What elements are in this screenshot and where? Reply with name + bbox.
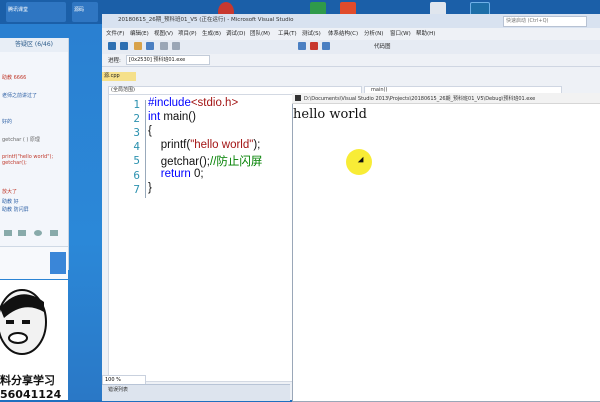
- taskbar-app-tencent-classroom[interactable]: 腾讯课堂: [6, 2, 66, 22]
- forward-icon[interactable]: [120, 42, 128, 50]
- restart-icon[interactable]: [322, 42, 330, 50]
- line-number: 1: [133, 98, 140, 111]
- code-token: printf(: [148, 139, 191, 151]
- code-line[interactable]: printf("hello world");: [148, 139, 261, 151]
- line-number: 3: [133, 126, 140, 139]
- settings-icon[interactable]: [50, 230, 58, 236]
- menu-debug[interactable]: 调试(D): [226, 29, 246, 37]
- code-line[interactable]: getchar();//防止闪屏: [148, 153, 263, 169]
- code-line[interactable]: }: [148, 182, 152, 194]
- code-token: main(): [163, 111, 196, 123]
- code-map-label[interactable]: 代码图: [374, 42, 391, 50]
- code-line[interactable]: int main(): [148, 111, 196, 123]
- code-token: 0;: [194, 168, 204, 180]
- menu-file[interactable]: 文件(F): [106, 29, 124, 37]
- menu-project[interactable]: 项目(P): [178, 29, 197, 37]
- back-icon[interactable]: [108, 42, 116, 50]
- code-token: <stdio.h>: [190, 97, 239, 109]
- console-icon: [295, 95, 301, 101]
- code-token: "hello world": [190, 139, 254, 151]
- process-dropdown[interactable]: [0x2530] 预科班01.exe: [126, 55, 210, 65]
- chat-header: 答疑区 (6/46): [0, 38, 68, 52]
- error-list-title[interactable]: 错误列表: [108, 386, 128, 393]
- taskbar-label: 源码: [74, 7, 85, 13]
- chat-panel: 答疑区 (6/46) 助教 6666 老师之前讲过了 好的 getchar ( …: [0, 38, 69, 270]
- chat-message: printf("hello world"); getchar();: [2, 154, 54, 166]
- emoji-icon[interactable]: [18, 230, 26, 236]
- line-number: 5: [133, 154, 140, 167]
- save-icon[interactable]: [146, 42, 154, 50]
- brand-number: 56041124: [0, 388, 62, 401]
- line-number: 4: [133, 140, 140, 153]
- code-line[interactable]: {: [148, 125, 152, 137]
- menu-team[interactable]: 团队(M): [250, 29, 270, 37]
- code-token: {: [148, 125, 152, 137]
- line-number: 2: [133, 112, 140, 125]
- taskbar-app-source[interactable]: 源码: [72, 2, 98, 22]
- menu-architecture[interactable]: 体系结构(C): [328, 29, 358, 37]
- code-token: );: [253, 139, 261, 151]
- code-token: int: [148, 111, 164, 123]
- console-window[interactable]: [292, 93, 600, 402]
- console-title: D:\Documents\Visual Studio 2013\Projects…: [304, 96, 536, 102]
- code-line[interactable]: #include<stdio.h>: [148, 97, 238, 109]
- line-number: 7: [133, 183, 140, 196]
- code-token: return: [160, 168, 195, 180]
- code-token: getchar();: [148, 156, 210, 168]
- tab-source-cpp[interactable]: 源.cpp: [102, 72, 136, 81]
- menu-build[interactable]: 生成(B): [202, 29, 221, 37]
- chat-message: 好的: [2, 119, 13, 125]
- line-number: 6: [133, 169, 140, 182]
- quick-launch-input[interactable]: 快速启动 (Ctrl+Q): [503, 16, 587, 27]
- code-token: //防止闪屏: [210, 156, 263, 168]
- meme-face-image: [0, 289, 47, 355]
- vs-title: 20180615_26期_预科班01_V5 (正在运行) - Microsoft…: [118, 17, 294, 23]
- image-icon[interactable]: [4, 230, 12, 236]
- chat-message: 助教 6666: [2, 75, 27, 81]
- menu-analyze[interactable]: 分析(N): [364, 29, 383, 37]
- open-icon[interactable]: [134, 42, 142, 50]
- redo-icon[interactable]: [172, 42, 180, 50]
- stop-icon[interactable]: [310, 42, 318, 50]
- pause-icon[interactable]: [298, 42, 306, 50]
- code-line[interactable]: return 0;: [148, 168, 204, 180]
- code-token: }: [148, 182, 152, 194]
- chat-message: getchar ( ) 原理: [2, 137, 40, 143]
- menu-edit[interactable]: 编辑(E): [130, 29, 149, 37]
- process-label: 进程:: [108, 58, 121, 64]
- error-list-panel: [102, 384, 290, 401]
- menu-tools[interactable]: 工具(T): [278, 29, 297, 37]
- menu-window[interactable]: 窗口(W): [390, 29, 411, 37]
- undo-icon[interactable]: [160, 42, 168, 50]
- chat-message: 放大了: [2, 189, 18, 195]
- brand-text: 料分享学习: [0, 374, 55, 387]
- taskbar-label: 腾讯课堂: [8, 7, 29, 13]
- send-button[interactable]: [50, 252, 66, 274]
- chat-message: 老师之前讲过了: [2, 93, 38, 99]
- block-icon[interactable]: [34, 230, 42, 236]
- console-output: hello world: [293, 107, 367, 122]
- menu-view[interactable]: 视图(V): [154, 29, 173, 37]
- chat-message: 助教 好: [2, 199, 19, 205]
- chat-message: 助教 防闪屏: [2, 207, 29, 213]
- code-token: #include: [148, 97, 191, 109]
- menu-test[interactable]: 测试(S): [302, 29, 321, 37]
- fold-guide: [145, 100, 146, 198]
- menu-help[interactable]: 帮助(H): [416, 29, 435, 37]
